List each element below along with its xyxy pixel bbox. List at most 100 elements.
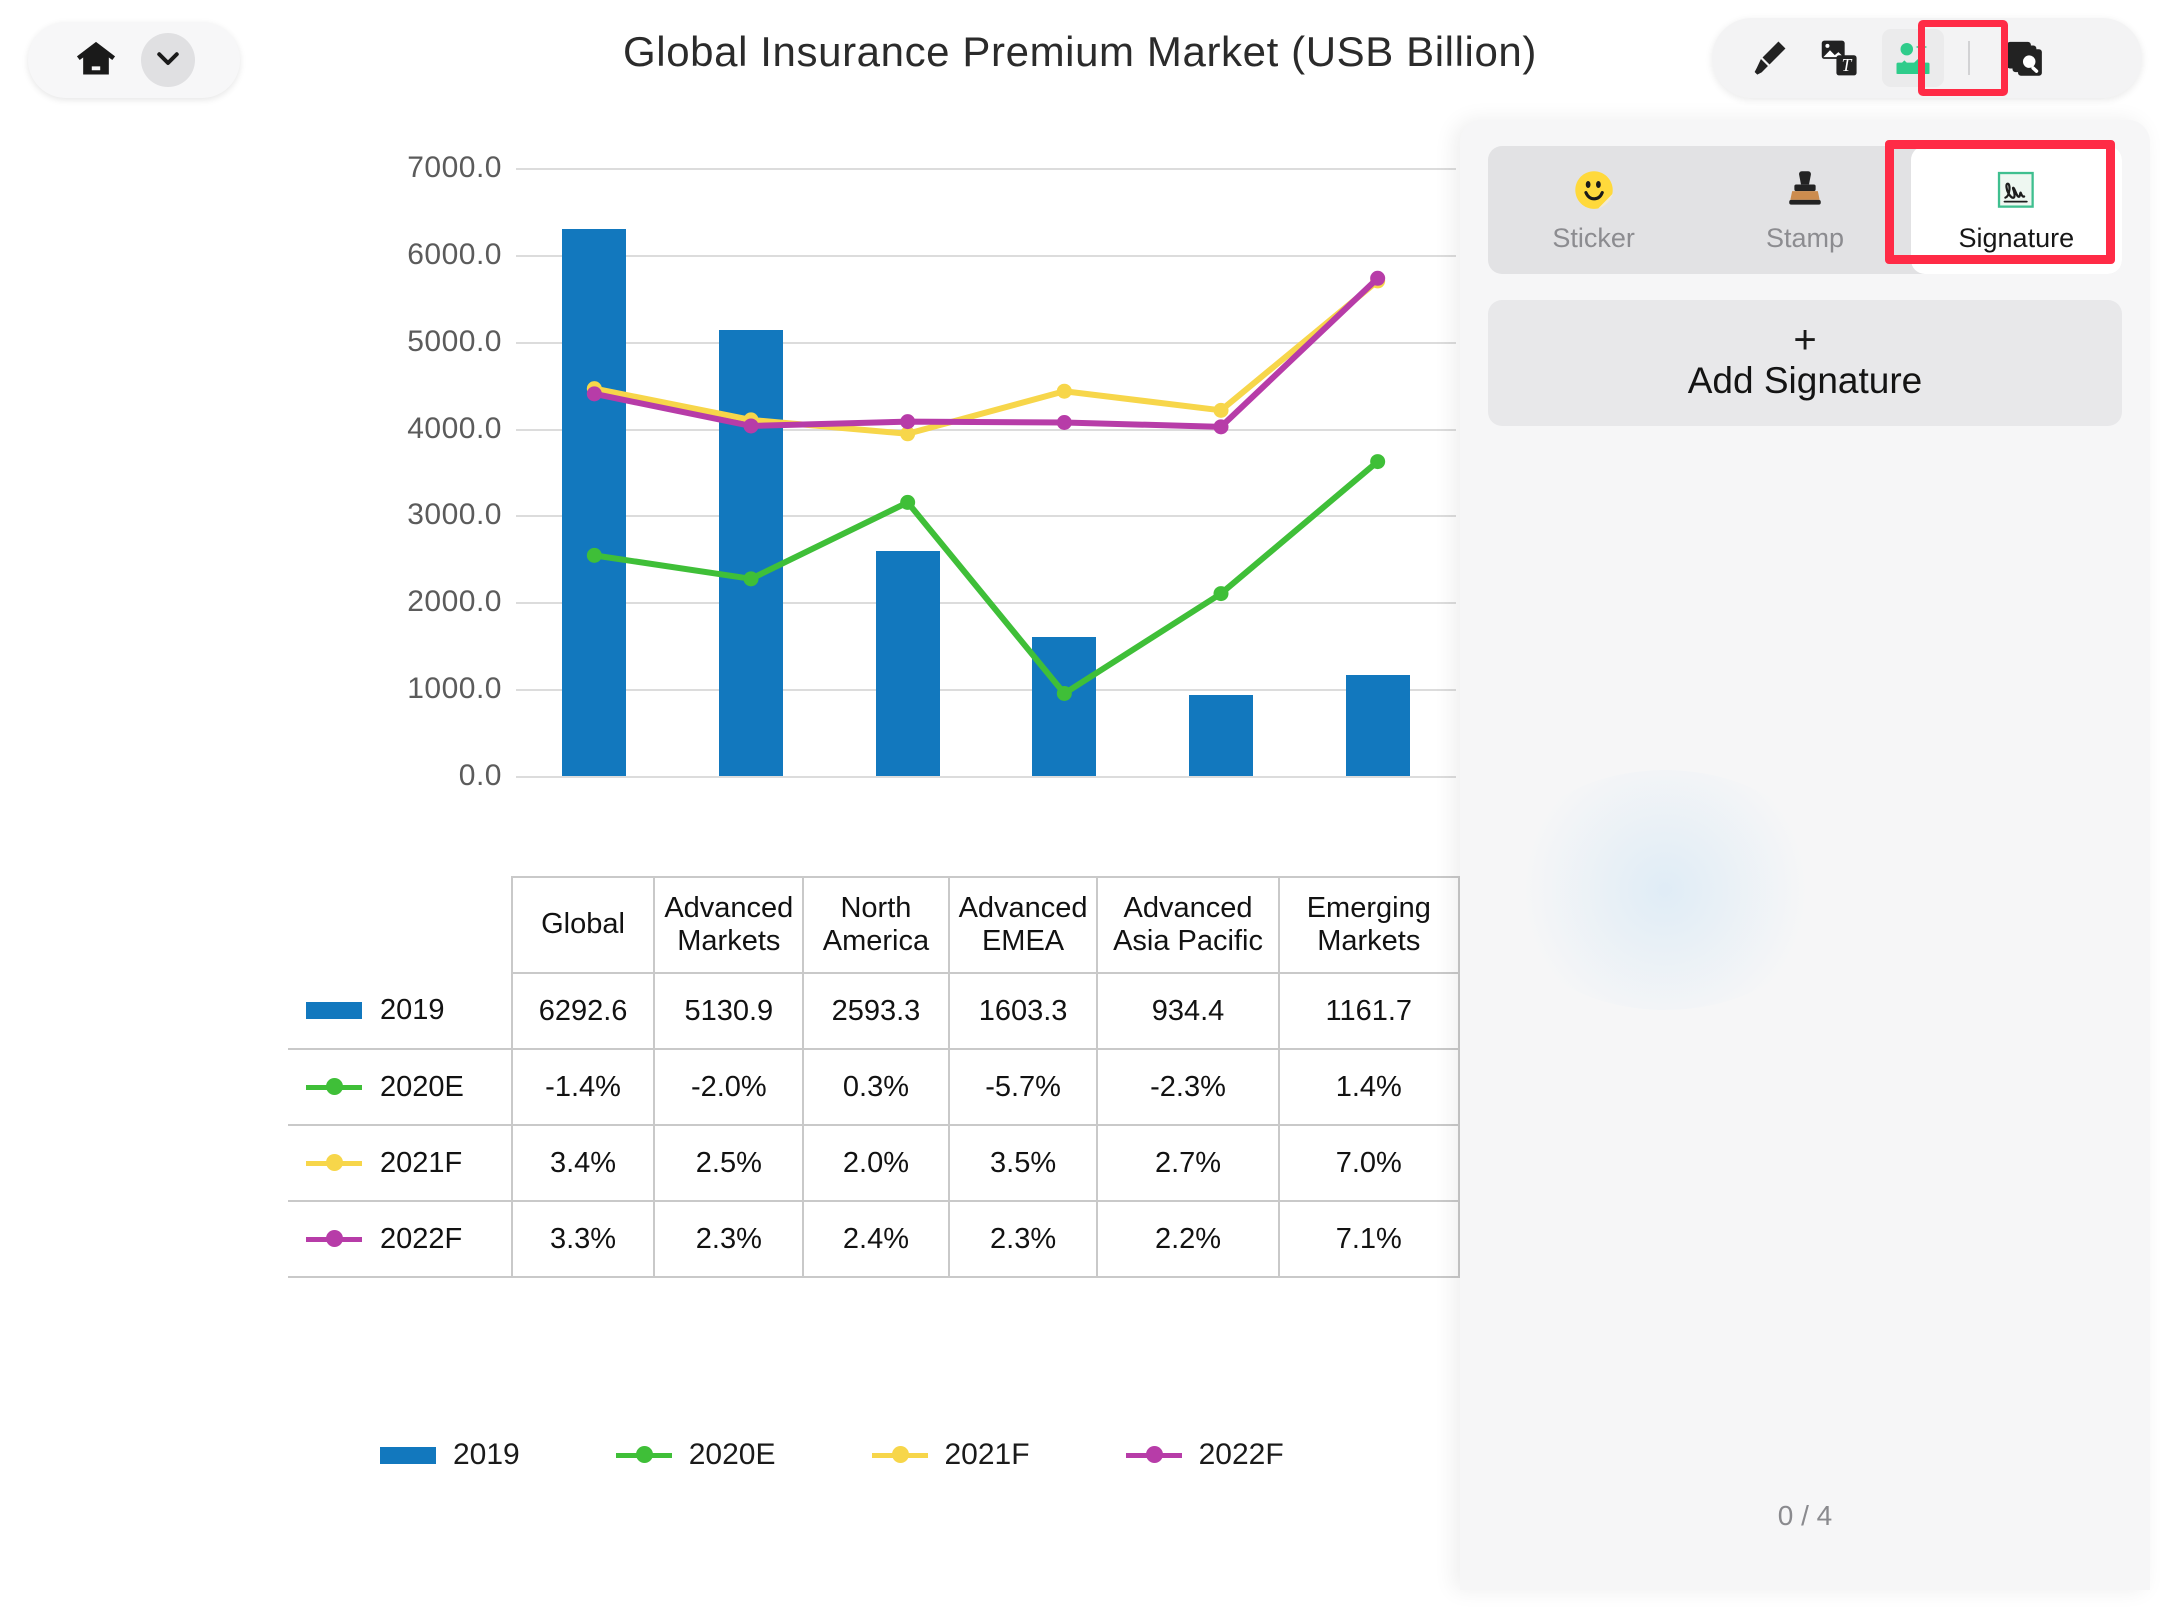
- table-column-header: Advanced EMEA: [949, 877, 1098, 973]
- table-cell: 3.5%: [949, 1125, 1098, 1201]
- tab-stamp[interactable]: Stamp: [1699, 146, 1910, 274]
- y-axis-tick-label: 1000.0: [407, 672, 502, 706]
- table-row: 2021F3.4%2.5%2.0%3.5%2.7%7.0%: [288, 1125, 1459, 1201]
- y-axis-tick-label: 0.0: [459, 759, 502, 793]
- legend-swatch-line: [872, 1444, 928, 1466]
- table-cell: 2.0%: [803, 1125, 948, 1201]
- table-cell: -1.4%: [512, 1049, 655, 1125]
- table-column-header: Global: [512, 877, 655, 973]
- y-axis-tick-label: 4000.0: [407, 412, 502, 446]
- table-header: GlobalAdvanced MarketsNorth AmericaAdvan…: [288, 877, 1459, 973]
- annotation-toolbar[interactable]: T: [1712, 18, 2142, 98]
- table-cell: -2.3%: [1097, 1049, 1278, 1125]
- legend-item: 2019: [380, 1438, 520, 1472]
- data-point: [1214, 586, 1229, 601]
- table-cell: 6292.6: [512, 973, 655, 1049]
- data-point: [587, 386, 602, 401]
- image-text-icon[interactable]: T: [1810, 29, 1872, 87]
- tab-sticker[interactable]: Sticker: [1488, 146, 1699, 274]
- table-header-row: GlobalAdvanced MarketsNorth AmericaAdvan…: [288, 877, 1459, 973]
- y-axis-tick-label: 7000.0: [407, 151, 502, 185]
- gridline: [516, 776, 1456, 778]
- layers-search-icon[interactable]: [1994, 29, 2056, 87]
- table-cell: 1.4%: [1279, 1049, 1459, 1125]
- swatch-line-dot: [326, 1078, 343, 1095]
- y-axis-tick-label: 2000.0: [407, 585, 502, 619]
- data-point: [1214, 419, 1229, 434]
- panel-tab-group[interactable]: Sticker Stamp Signature: [1488, 146, 2122, 274]
- swatch-line-dot: [1146, 1446, 1163, 1463]
- legend-item: 2021F: [872, 1438, 1030, 1472]
- table-cell: 7.1%: [1279, 1201, 1459, 1277]
- data-point: [1370, 454, 1385, 469]
- table-cell: 2.3%: [654, 1201, 803, 1277]
- annotation-side-panel[interactable]: Sticker Stamp Signature: [1460, 120, 2150, 1590]
- table-cell: 2593.3: [803, 973, 948, 1049]
- table-cell: 2.4%: [803, 1201, 948, 1277]
- table-cell: 5130.9: [654, 973, 803, 1049]
- data-point: [1057, 686, 1072, 701]
- row-label-wrap: 2021F: [306, 1147, 511, 1180]
- toolbar-divider: [1968, 41, 1970, 75]
- table-cell: 1603.3: [949, 973, 1098, 1049]
- table-column-header: Advanced Asia Pacific: [1097, 877, 1278, 973]
- chart-legend: 20192020E2021F2022F: [380, 1438, 1284, 1472]
- legend-swatch-line: [1126, 1444, 1182, 1466]
- table-row-label-cell: 2021F: [288, 1125, 512, 1201]
- swatch-line-dot: [326, 1230, 343, 1247]
- legend-swatch-line: [306, 1152, 362, 1174]
- smiley-sticker-icon: [1572, 167, 1616, 213]
- table-row: 2022F3.3%2.3%2.4%2.3%2.2%7.1%: [288, 1201, 1459, 1277]
- add-signature-button[interactable]: + Add Signature: [1488, 300, 2122, 426]
- plot-area: [516, 168, 1456, 776]
- signature-icon: [1993, 167, 2039, 213]
- table-column-header: Emerging Markets: [1279, 877, 1459, 973]
- chart-container: 7000.06000.05000.04000.03000.02000.01000…: [0, 100, 1460, 1520]
- legend-swatch-line: [306, 1228, 362, 1250]
- table-body: 20196292.65130.92593.31603.3934.41161.72…: [288, 973, 1459, 1277]
- legend-item: 2022F: [1126, 1438, 1284, 1472]
- y-axis-labels: 7000.06000.05000.04000.03000.02000.01000…: [380, 168, 502, 776]
- table-row: 2020E-1.4%-2.0%0.3%-5.7%-2.3%1.4%: [288, 1049, 1459, 1125]
- decorative-blob: [1500, 770, 1830, 1010]
- table-cell: 7.0%: [1279, 1125, 1459, 1201]
- line-2021F: [594, 281, 1377, 434]
- table-cell: 0.3%: [803, 1049, 948, 1125]
- legend-swatch-line: [306, 1076, 362, 1098]
- legend-swatch-bar: [306, 1002, 362, 1019]
- table-cell: 2.2%: [1097, 1201, 1278, 1277]
- table-column-header: North America: [803, 877, 948, 973]
- y-axis-tick-label: 3000.0: [407, 498, 502, 532]
- y-axis-tick-label: 6000.0: [407, 238, 502, 272]
- tab-sticker-label: Sticker: [1552, 223, 1635, 254]
- line-2022F: [594, 278, 1377, 427]
- table-cell: 2.7%: [1097, 1125, 1278, 1201]
- table-cell: 2.3%: [949, 1201, 1098, 1277]
- data-point: [900, 414, 915, 429]
- table-cell: 2.5%: [654, 1125, 803, 1201]
- data-point: [900, 495, 915, 510]
- table-row-label-cell: 2022F: [288, 1201, 512, 1277]
- table-column-header: Advanced Markets: [654, 877, 803, 973]
- swatch-line-dot: [636, 1446, 653, 1463]
- legend-swatch-bar: [380, 1447, 436, 1464]
- plus-icon: +: [1793, 324, 1816, 356]
- image-sticker-icon[interactable]: [1882, 29, 1944, 87]
- table-cell: -2.0%: [654, 1049, 803, 1125]
- table-row-label: 2019: [380, 994, 445, 1027]
- row-label-wrap: 2020E: [306, 1071, 511, 1104]
- svg-text:T: T: [1842, 55, 1853, 75]
- tab-stamp-label: Stamp: [1766, 223, 1844, 254]
- legend-item-label: 2021F: [945, 1438, 1030, 1472]
- table-row-label: 2022F: [380, 1223, 462, 1256]
- rubber-stamp-icon: [1783, 167, 1827, 213]
- tab-signature-label: Signature: [1959, 223, 2075, 254]
- swatch-line-dot: [892, 1446, 909, 1463]
- data-point: [744, 571, 759, 586]
- line-series-group: [516, 168, 1456, 776]
- tab-signature[interactable]: Signature: [1911, 146, 2122, 274]
- highlighter-icon[interactable]: [1738, 29, 1800, 87]
- swatch-line-dot: [326, 1154, 343, 1171]
- table-row-label-cell: 2019: [288, 973, 512, 1049]
- legend-item-label: 2019: [453, 1438, 520, 1472]
